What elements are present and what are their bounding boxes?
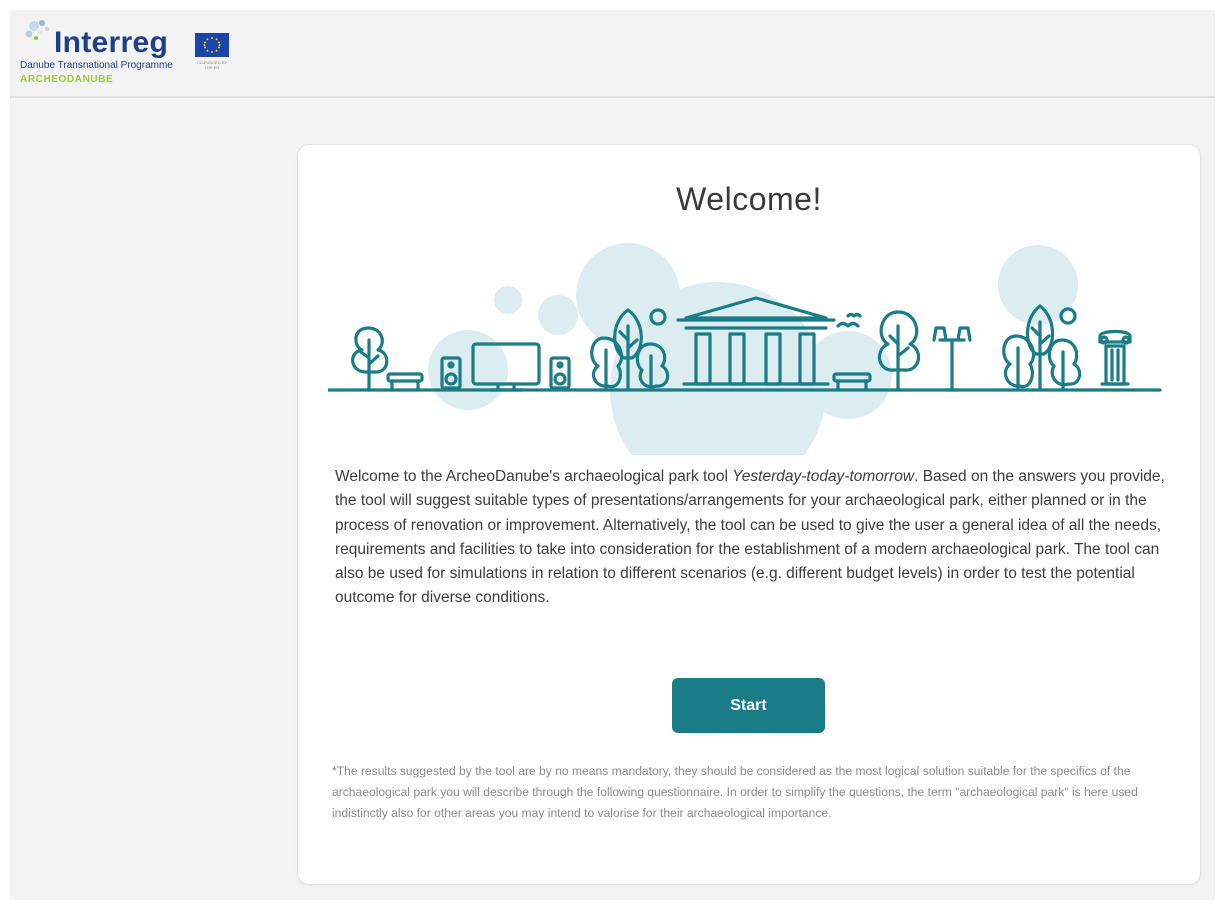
project-name: ARCHEODANUBE <box>20 74 114 85</box>
eu-flag-icon: CO-FUNDED BY THE EU <box>195 33 229 70</box>
intro-text-rest: . Based on the answers you provide, the … <box>335 468 1165 607</box>
start-button[interactable]: Start <box>672 678 825 733</box>
intro-text-start: Welcome to the ArcheoDanube's archaeolog… <box>335 468 733 485</box>
intro-paragraph: Welcome to the ArcheoDanube's archaeolog… <box>335 465 1165 611</box>
header: Interreg CO-FUNDED BY THE EU Danube Tran… <box>10 10 1215 98</box>
column-capital-icon <box>1098 329 1132 386</box>
birds-icon <box>836 312 862 328</box>
speaker-icon <box>549 356 571 390</box>
park-illustration <box>328 243 1162 455</box>
disclaimer-text: *The results suggested by the tool are b… <box>332 764 1138 820</box>
eu-caption: CO-FUNDED BY THE EU <box>196 60 228 70</box>
interreg-logo[interactable]: Interreg CO-FUNDED BY THE EU Danube Tran… <box>20 16 260 96</box>
programme-name: Danube Transnational Programme <box>20 60 173 71</box>
logo-wordmark: Interreg <box>54 26 169 59</box>
welcome-card: Welcome! Welcome to the ArcheoDanube's a… <box>297 144 1201 885</box>
page-title: Welcome! <box>676 181 822 217</box>
tool-name: Yesterday-today-tomorrow <box>732 468 915 485</box>
street-lamp-icon <box>932 326 972 392</box>
bench-icon <box>386 372 424 392</box>
tree-icon <box>351 326 389 392</box>
